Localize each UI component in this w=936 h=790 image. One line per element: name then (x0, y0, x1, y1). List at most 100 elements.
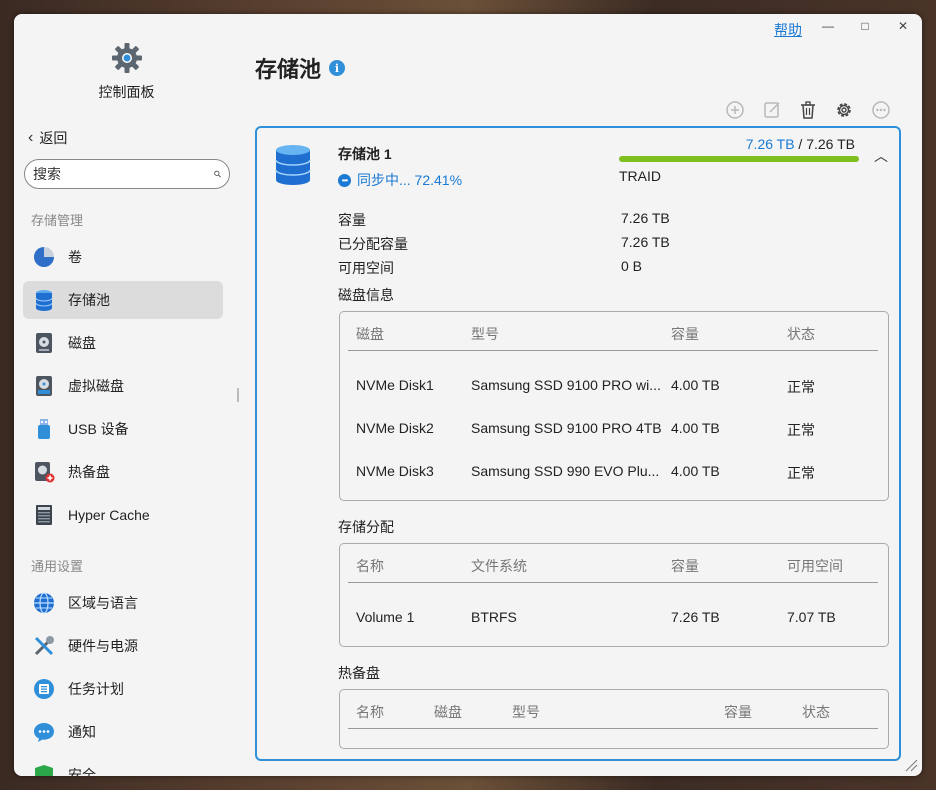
sidebar-item-label: 通知 (68, 724, 96, 740)
sidebar-item-region-language[interactable]: 区域与语言 (23, 584, 223, 622)
pool-status-text: 同步中... 72.41% (357, 172, 463, 188)
hdd-icon (36, 333, 52, 353)
search-input[interactable] (33, 166, 214, 182)
divider (348, 728, 878, 729)
pie-icon (34, 247, 54, 267)
table-cell: BTRFS (471, 609, 517, 625)
ssd-icon (36, 505, 52, 525)
table-cell: 正常 (787, 379, 815, 395)
sidebar-item-label: 区域与语言 (68, 595, 138, 611)
pool-sync-status: ••• 同步中... 72.41% (338, 170, 462, 190)
sidebar-item-usb[interactable]: USB 设备 (23, 410, 223, 448)
task-list-icon (34, 679, 54, 699)
tools-icon (34, 636, 54, 656)
delete-icon[interactable] (798, 100, 818, 120)
chat-bubble-icon (34, 723, 54, 742)
capacity-bar-fill (619, 156, 859, 162)
minimize-button[interactable]: — (818, 19, 838, 37)
total-capacity: 7.26 TB (806, 136, 855, 152)
shield-icon (35, 765, 53, 776)
table-cell: 7.07 TB (787, 609, 836, 625)
window-resize-grip-icon[interactable] (904, 758, 918, 772)
sidebar-item-task-schedule[interactable]: 任务计划 (23, 670, 223, 708)
table-cell: 正常 (787, 422, 815, 438)
sidebar-item-label: 热备盘 (68, 464, 110, 480)
table-cell: 4.00 TB (671, 377, 720, 393)
collapse-chevron-icon[interactable]: ︿ (874, 146, 888, 166)
add-icon[interactable] (725, 100, 745, 120)
control-panel-window: 控制面板 ‹ 返回 存储管理 卷 (14, 14, 922, 776)
more-icon[interactable] (871, 100, 891, 120)
storage-pool-card[interactable]: 存储池 1 ••• 同步中... 72.41% 7.26 TB / 7.26 T… (255, 126, 901, 761)
prop-key: 已分配容量 (338, 236, 408, 252)
table-header: 名称 (356, 558, 384, 574)
prop-value: 7.26 TB (621, 234, 670, 250)
table-header: 容量 (671, 558, 699, 574)
maximize-button[interactable]: □ (855, 19, 875, 37)
page-title-row: 存储池 i (255, 52, 346, 84)
sidebar-item-hardware-power[interactable]: 硬件与电源 (23, 627, 223, 665)
hot-spare-table: 名称 磁盘 型号 容量 状态 (339, 689, 889, 749)
table-header: 可用空间 (787, 558, 843, 574)
sync-icon: ••• (338, 173, 351, 187)
sidebar-item-virtual-disk[interactable]: 虚拟磁盘 (23, 367, 223, 405)
help-link[interactable]: 帮助 (774, 20, 802, 40)
database-icon (275, 145, 311, 185)
table-header: 名称 (356, 704, 384, 720)
sidebar-item-security[interactable]: 安全 (23, 756, 223, 776)
prop-key: 容量 (338, 212, 366, 228)
pool-name: 存储池 1 (338, 146, 392, 162)
sidebar-item-label: 安全 (68, 767, 96, 776)
table-cell: Samsung SSD 9100 PRO 4TB (471, 420, 662, 436)
sidebar-item-storage-pool[interactable]: 存储池 (23, 281, 223, 319)
section-storage-title: 存储管理 (31, 213, 84, 228)
page-title: 存储池 (255, 57, 322, 82)
search-icon[interactable] (214, 166, 221, 182)
sidebar-resize-handle[interactable] (237, 388, 239, 402)
settings-icon[interactable] (834, 100, 854, 120)
sidebar-item-label: 虚拟磁盘 (68, 378, 124, 394)
disk-info-title: 磁盘信息 (338, 287, 394, 303)
raid-type: TRAID (619, 168, 661, 184)
divider (348, 350, 878, 351)
sidebar-item-label: 存储池 (68, 292, 110, 308)
sidebar: 控制面板 ‹ 返回 存储管理 卷 (14, 14, 239, 776)
chevron-left-icon: ‹ (28, 129, 34, 146)
sidebar-item-label: 任务计划 (68, 681, 124, 697)
hot-spare-icon (35, 462, 55, 483)
back-button[interactable]: ‹ 返回 (28, 128, 67, 148)
prop-value: 7.26 TB (621, 210, 670, 226)
sidebar-item-notification[interactable]: 通知 (23, 713, 223, 751)
virtual-disk-icon (36, 376, 52, 396)
sidebar-item-disk[interactable]: 磁盘 (23, 324, 223, 362)
usb-icon (38, 419, 50, 439)
table-cell: NVMe Disk2 (356, 420, 434, 436)
table-header: 容量 (671, 326, 699, 342)
table-cell: 4.00 TB (671, 463, 720, 479)
info-icon[interactable]: i (329, 60, 346, 76)
table-cell: Volume 1 (356, 609, 415, 625)
table-cell: NVMe Disk3 (356, 463, 434, 479)
capacity-separator: / (794, 136, 807, 152)
disk-info-table: 磁盘 型号 容量 状态 NVMe Disk1 Samsung SSD 9100 … (339, 311, 889, 501)
table-header: 磁盘 (356, 326, 384, 342)
table-header: 磁盘 (434, 704, 462, 720)
control-panel-title: 控制面板 (98, 84, 155, 100)
table-cell: 4.00 TB (671, 420, 720, 436)
prop-value: 0 B (621, 258, 643, 274)
table-header: 容量 (724, 704, 752, 720)
edit-icon[interactable] (762, 100, 782, 120)
sidebar-item-hyper-cache[interactable]: Hyper Cache (23, 496, 223, 534)
sidebar-item-label: 磁盘 (68, 335, 96, 351)
allocation-title: 存储分配 (338, 519, 394, 535)
search-box[interactable] (24, 159, 230, 189)
divider (348, 582, 878, 583)
table-cell: 7.26 TB (671, 609, 720, 625)
sidebar-item-label: 硬件与电源 (68, 638, 138, 654)
sidebar-item-volume[interactable]: 卷 (23, 238, 223, 276)
prop-key: 可用空间 (338, 260, 394, 276)
close-button[interactable]: ✕ (893, 19, 913, 37)
table-header: 状态 (802, 704, 830, 720)
sidebar-item-hot-spare[interactable]: 热备盘 (23, 453, 223, 491)
capacity-bar (619, 156, 859, 162)
